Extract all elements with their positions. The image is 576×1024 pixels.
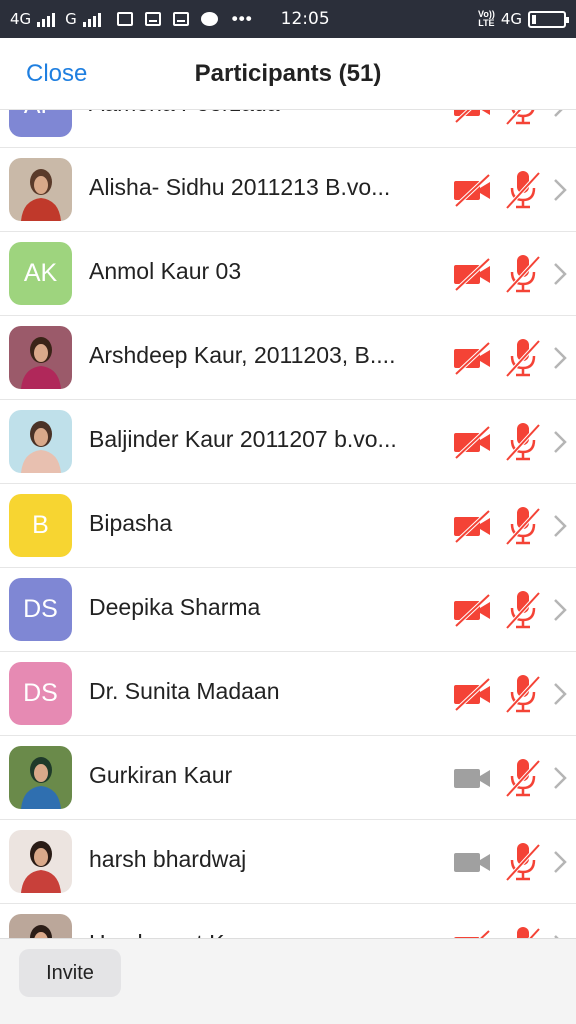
video-on-icon [452, 844, 492, 880]
participant-name: Bipasha [89, 510, 173, 536]
initials-avatar: DS [9, 662, 72, 725]
video-off-icon [452, 256, 492, 292]
chevron-right-icon[interactable] [552, 177, 568, 203]
status-time: 12:05 [280, 9, 330, 29]
battery-level [532, 14, 536, 24]
chevron-right-icon[interactable] [552, 261, 568, 287]
initials-avatar: AP [9, 110, 72, 137]
status-right: Vo)) LTE 4G [478, 10, 569, 28]
video-off-icon [452, 110, 492, 124]
participant-row[interactable]: DS Deepika Sharma [0, 568, 576, 652]
participant-name: Aamena Peerzada [89, 110, 429, 117]
chevron-right-icon[interactable] [552, 429, 568, 455]
mic-muted-icon [504, 840, 542, 884]
initials-avatar: DS [9, 578, 72, 641]
participant-name: Dr. Sunita Madaan [89, 678, 280, 704]
chevron-right-icon[interactable] [552, 765, 568, 791]
chat-bubble-icon [200, 12, 218, 26]
mic-muted-icon [504, 672, 542, 716]
chevron-right-icon[interactable] [552, 597, 568, 623]
signal-strength-icon-2 [82, 11, 101, 27]
video-off-icon [452, 592, 492, 628]
chevron-right-icon[interactable] [552, 110, 568, 119]
video-on-icon [452, 760, 492, 796]
status-left: 4G G ••• 12:05 [10, 9, 330, 29]
chevron-right-icon[interactable] [552, 849, 568, 875]
participant-row[interactable]: B Bipasha [0, 484, 576, 568]
chevron-right-icon[interactable] [552, 513, 568, 539]
mic-muted-icon [504, 504, 542, 548]
battery-icon [528, 10, 569, 28]
more-notifications-icon: ••• [231, 9, 253, 28]
participant-row[interactable]: AK Anmol Kaur 03 [0, 232, 576, 316]
photo-avatar-icon [9, 746, 72, 809]
network-type-3: 4G [500, 10, 522, 28]
participant-name: Harshpreet Kaur [89, 930, 429, 938]
mic-muted-icon [504, 420, 542, 464]
video-off-icon [452, 508, 492, 544]
chevron-right-icon[interactable] [552, 345, 568, 371]
participant-name: Gurkiran Kaur [89, 762, 233, 788]
video-off-icon [452, 676, 492, 712]
participant-row[interactable]: Gurkiran Kaur [0, 736, 576, 820]
signal-strength-icon [37, 11, 56, 27]
network-type-2: G [65, 10, 77, 28]
video-off-icon [452, 928, 492, 938]
network-type-1: 4G [10, 10, 32, 28]
message-notification-icon-2 [172, 12, 189, 26]
participant-name: Deepika Sharma [89, 594, 261, 620]
footer: Invite [0, 938, 576, 1024]
photo-avatar-icon [9, 914, 72, 938]
participant-row[interactable]: Alisha- Sidhu 2011213 B.vo... [0, 148, 576, 232]
participant-row[interactable]: Harshpreet Kaur [0, 904, 576, 938]
participant-name: Arshdeep Kaur, 2011203, B.... [89, 342, 396, 368]
participant-list-inner: AP Aamena Peerzada Alisha- Sidhu 2011213 B… [0, 110, 576, 938]
volte-line-2: LTE [478, 18, 495, 28]
mic-muted-icon [504, 168, 542, 212]
photo-avatar-icon [9, 158, 72, 221]
status-bar: 4G G ••• 12:05 Vo)) LTE 4G [0, 0, 576, 38]
participant-row[interactable]: Baljinder Kaur 2011207 b.vo... [0, 400, 576, 484]
header: Close Participants (51) [0, 38, 576, 110]
participant-name: Anmol Kaur 03 [89, 258, 242, 284]
photo-avatar-icon [9, 410, 72, 473]
video-off-icon [452, 172, 492, 208]
mic-muted-icon [504, 924, 542, 938]
chevron-right-icon[interactable] [552, 681, 568, 707]
participant-name: harsh bhardwaj [89, 846, 247, 872]
participant-row[interactable]: DS Dr. Sunita Madaan [0, 652, 576, 736]
mic-muted-icon [504, 252, 542, 296]
photo-avatar-icon [9, 326, 72, 389]
video-off-icon [452, 340, 492, 376]
participant-name: Alisha- Sidhu 2011213 B.vo... [89, 174, 391, 200]
participant-row[interactable]: harsh bhardwaj [0, 820, 576, 904]
participants-list[interactable]: AP Aamena Peerzada Alisha- Sidhu 2011213 B… [0, 110, 576, 938]
mic-muted-icon [504, 110, 542, 128]
mic-muted-icon [504, 588, 542, 632]
message-notification-icon [144, 12, 161, 26]
photo-avatar-icon [9, 830, 72, 893]
participant-row[interactable]: Arshdeep Kaur, 2011203, B.... [0, 316, 576, 400]
participant-name: Baljinder Kaur 2011207 b.vo... [89, 426, 397, 452]
initials-avatar: AK [9, 242, 72, 305]
video-off-icon [452, 424, 492, 460]
participant-row[interactable]: AP Aamena Peerzada [0, 110, 576, 148]
app-notification-icon [116, 12, 133, 26]
invite-button[interactable]: Invite [19, 949, 121, 997]
initials-avatar: B [9, 494, 72, 557]
page-title: Participants (51) [194, 60, 382, 87]
volte-icon: Vo)) LTE [478, 10, 495, 28]
mic-muted-icon [504, 336, 542, 380]
mic-muted-icon [504, 756, 542, 800]
